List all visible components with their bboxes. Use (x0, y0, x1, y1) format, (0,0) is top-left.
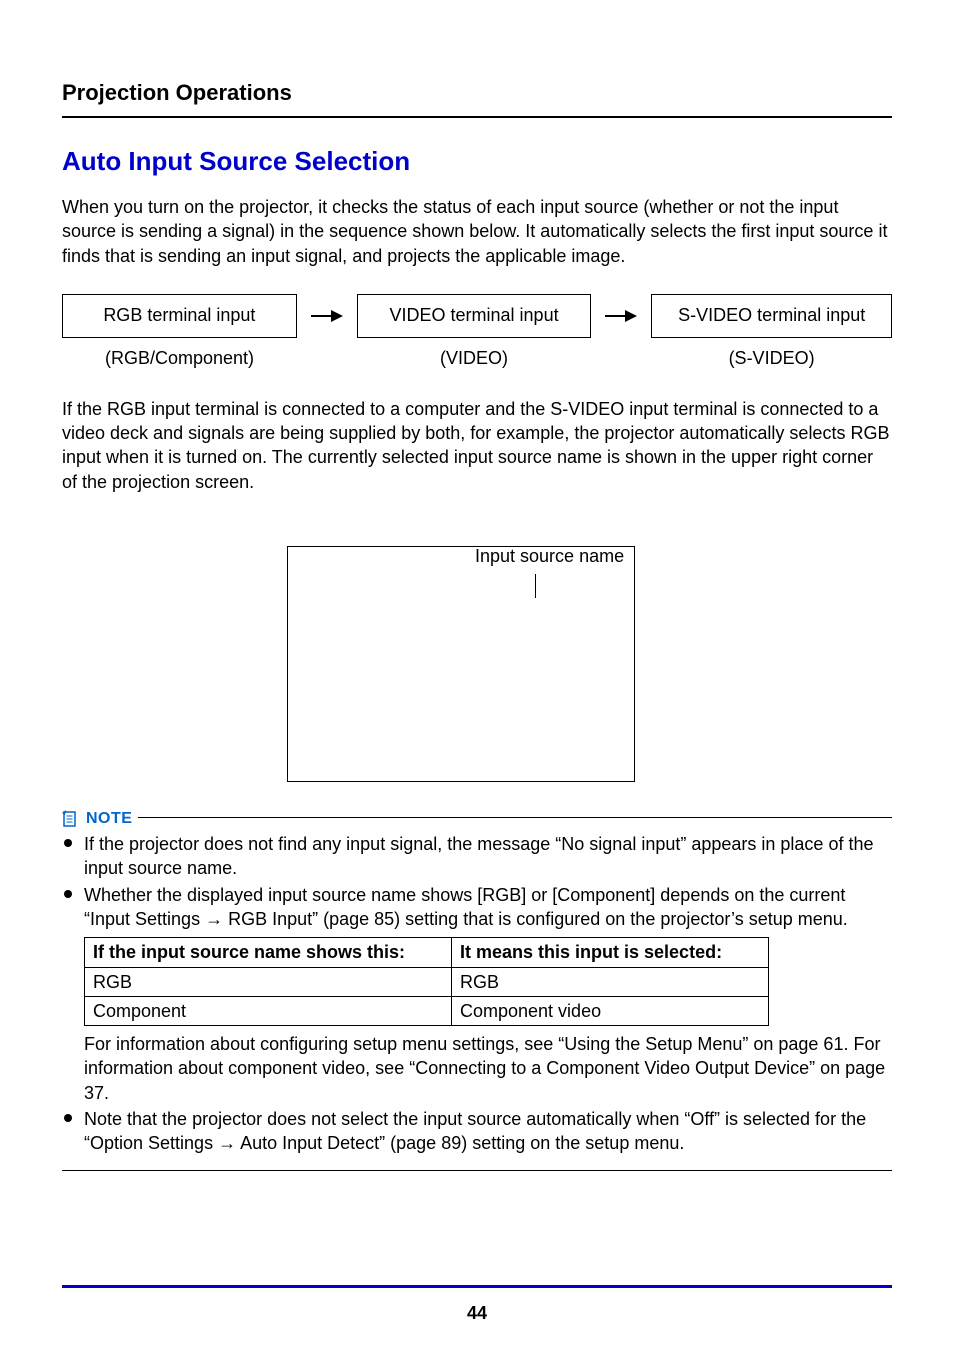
footer-rule (62, 1285, 892, 1288)
note-text: Whether the displayed input source name … (84, 885, 848, 929)
page-number: 44 (0, 1303, 954, 1324)
note-label: NOTE (86, 810, 132, 828)
projection-diagram: Input source name (267, 546, 687, 782)
note-bottom-rule (62, 1170, 892, 1171)
flow-box-video: VIDEO terminal input (357, 294, 592, 338)
after-flow-paragraph: If the RGB input terminal is connected t… (62, 397, 892, 494)
section-heading: Projection Operations (62, 80, 892, 106)
flow-sub-svideo: (S-VIDEO) (651, 348, 892, 369)
flow-sub-video: (VIDEO) (357, 348, 592, 369)
note-header: NOTE (62, 810, 892, 828)
arrow-right-icon (605, 307, 637, 325)
intro-paragraph: When you turn on the projector, it check… (62, 195, 892, 268)
page-title: Auto Input Source Selection (62, 146, 892, 177)
table-cell: Component (85, 996, 452, 1025)
input-source-table: If the input source name shows this: It … (84, 937, 769, 1026)
flow-sub-rgb: (RGB/Component) (62, 348, 297, 369)
heading-rule (62, 116, 892, 118)
table-row: If the input source name shows this: It … (85, 938, 769, 967)
note-text: For information about configuring setup … (84, 1034, 885, 1103)
note-item: Note that the projector does not select … (84, 1107, 892, 1156)
table-header: If the input source name shows this: (85, 938, 452, 967)
note-item: Whether the displayed input source name … (84, 883, 892, 1105)
note-text: Note that the projector does not select … (84, 1109, 866, 1153)
page: Projection Operations Auto Input Source … (0, 0, 954, 1352)
flow-box-svideo: S-VIDEO terminal input (651, 294, 892, 338)
table-cell: RGB (452, 967, 769, 996)
table-row: Component Component video (85, 996, 769, 1025)
table-row: RGB RGB (85, 967, 769, 996)
flow-diagram: RGB terminal input VIDEO terminal input … (62, 294, 892, 338)
note-item: If the projector does not find any input… (84, 832, 892, 881)
flow-box-rgb: RGB terminal input (62, 294, 297, 338)
projection-screen-box (287, 546, 635, 782)
table-cell: RGB (85, 967, 452, 996)
table-cell: Component video (452, 996, 769, 1025)
table-header: It means this input is selected: (452, 938, 769, 967)
flow-subrow: (RGB/Component) (VIDEO) (S-VIDEO) (62, 348, 892, 369)
note-icon (62, 810, 78, 828)
note-list: If the projector does not find any input… (62, 832, 892, 1156)
note-text: If the projector does not find any input… (84, 834, 873, 878)
note-rule (138, 817, 892, 818)
arrow-right-icon (311, 307, 343, 325)
